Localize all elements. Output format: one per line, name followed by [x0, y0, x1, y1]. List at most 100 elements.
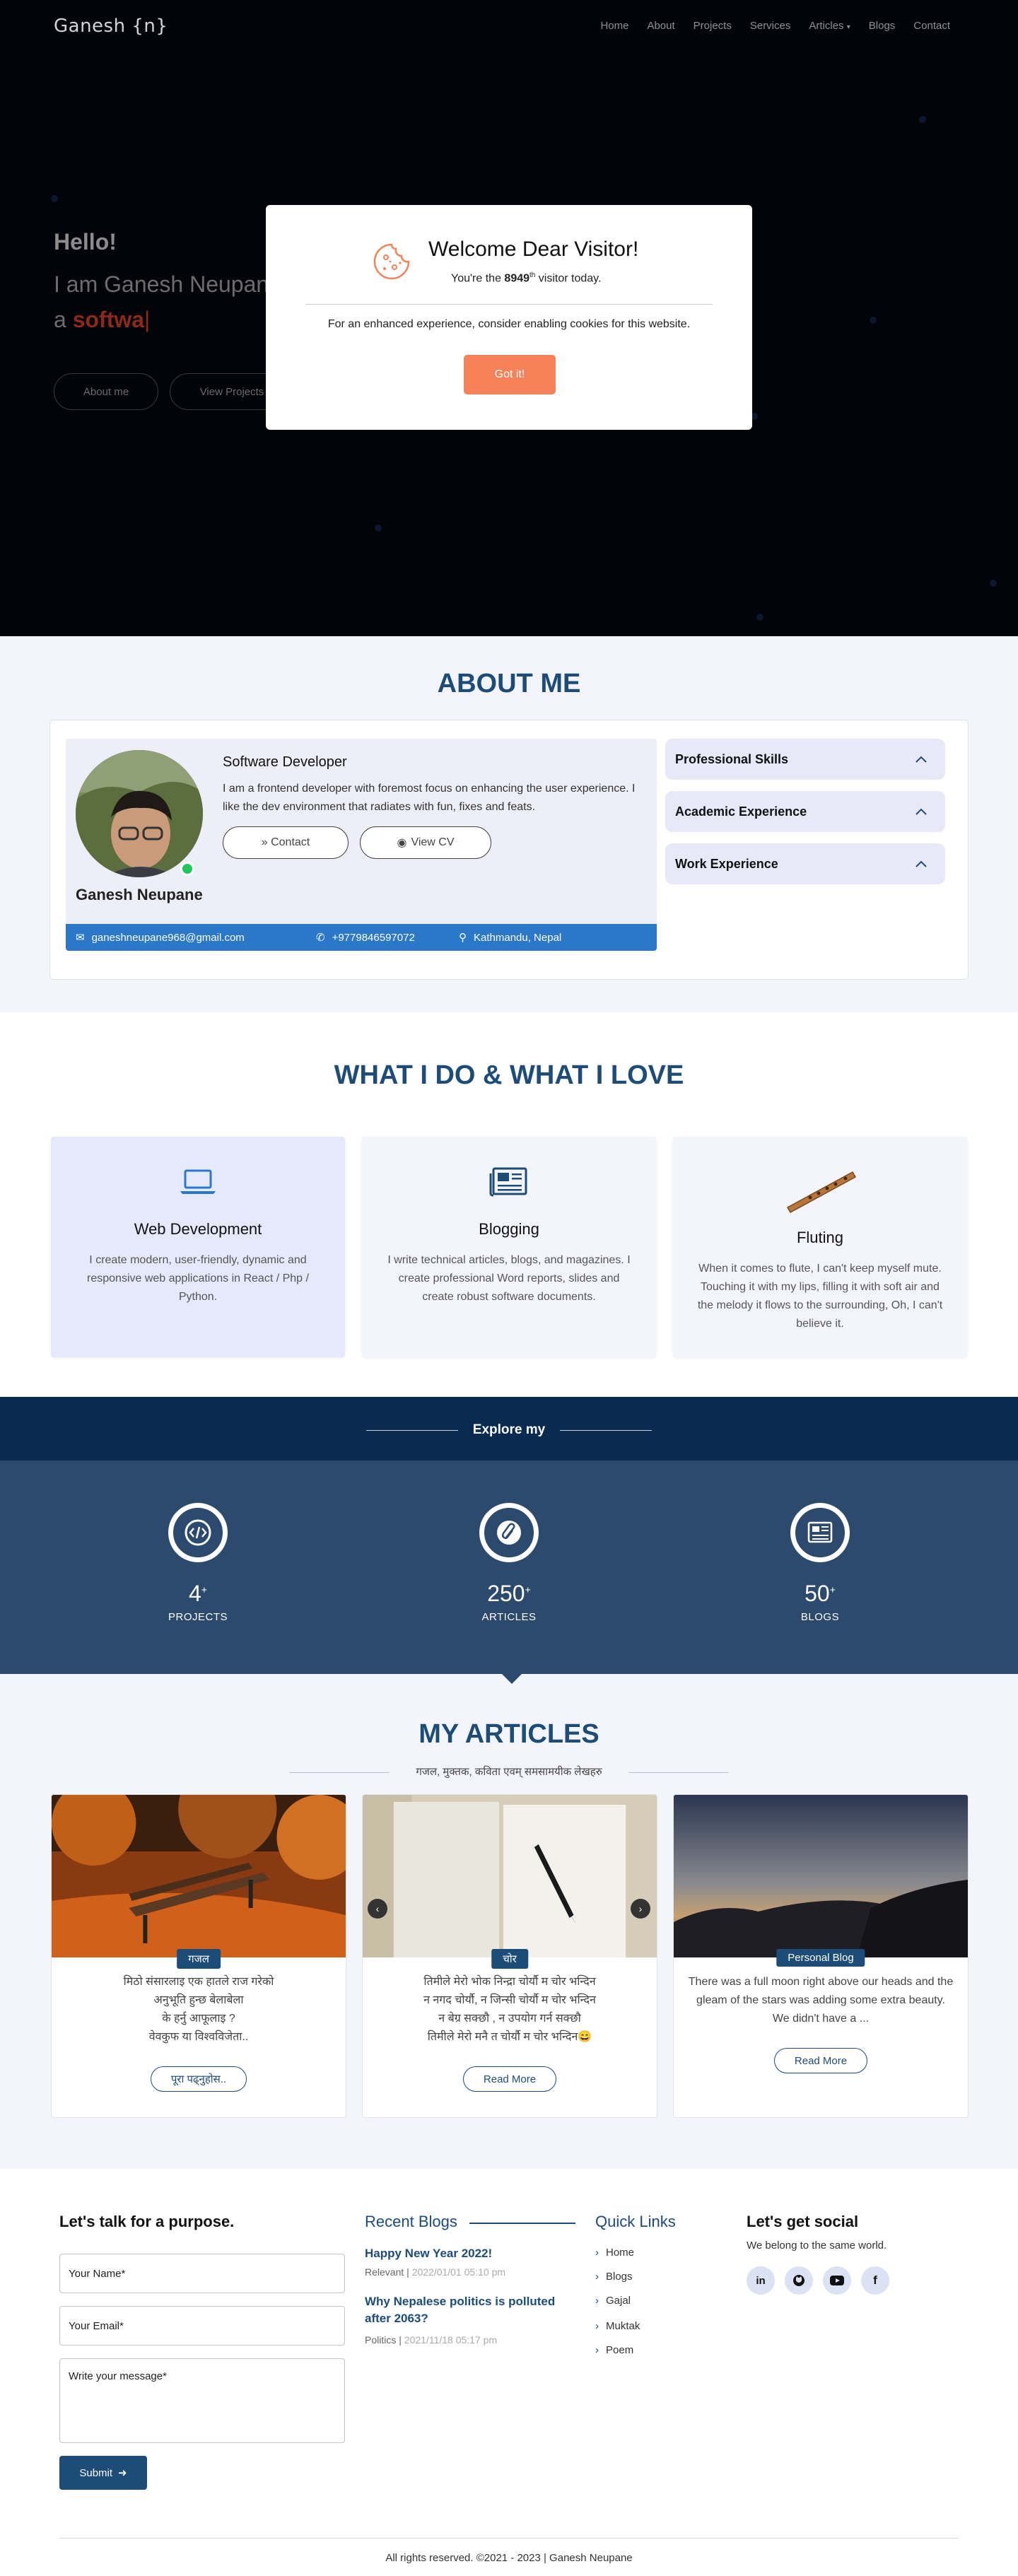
- article-tag: गजल: [177, 1949, 221, 1969]
- message-field[interactable]: Write your message*: [59, 2358, 345, 2443]
- accordion-label: Academic Experience: [675, 804, 807, 819]
- role-title: Software Developer: [223, 754, 347, 770]
- card-text: I create modern, user-friendly, dynamic …: [87, 1254, 309, 1303]
- article-tag: चोर: [491, 1949, 528, 1969]
- accordion-work-experience[interactable]: Work Experience: [665, 843, 945, 884]
- nav-contact[interactable]: Contact: [913, 20, 950, 32]
- nav-articles[interactable]: Articles ▾: [809, 20, 850, 32]
- accordion-academic-experience[interactable]: Academic Experience: [665, 791, 945, 832]
- stat-value: 4: [189, 1581, 201, 1606]
- linkedin-icon[interactable]: in: [747, 2266, 775, 2295]
- blog-category: Politics: [365, 2334, 397, 2346]
- welcome-modal: Welcome Dear Visitor! You're the 8949th …: [266, 205, 752, 430]
- articles-subtitle: गजल, मुक्तक, कविता एवम् समसामयीक लेखहरु: [416, 1766, 602, 1778]
- card-fluting: Fluting When it comes to flute, I can't …: [673, 1137, 967, 1357]
- submit-button[interactable]: Submit ➜: [59, 2456, 147, 2490]
- profile-box: Ganesh Neupane Software Developer I am a…: [66, 739, 657, 951]
- chevron-up-icon: [915, 860, 927, 867]
- article-image: [363, 1795, 657, 1957]
- excerpt-line: न बेग्र सक्छौ , न उपयोग गर्न सक्छौ: [438, 2013, 581, 2025]
- excerpt-line: मिठो संसारलाइ एक हातले राज गरेको: [123, 1976, 274, 1988]
- modal-sub-suffix: visitor today.: [535, 272, 602, 285]
- nav-projects[interactable]: Projects: [694, 20, 732, 32]
- read-more-button[interactable]: पूरा पढ्नुहोस..: [151, 2066, 247, 2092]
- quick-link-muktak[interactable]: › Muktak: [595, 2320, 640, 2332]
- nav-articles-label: Articles: [809, 20, 844, 32]
- cookie-icon: [373, 243, 410, 280]
- blog-date: 2022/01/01 05:10 pm: [411, 2266, 506, 2278]
- quick-link-label: Blogs: [606, 2271, 633, 2283]
- github-icon[interactable]: [785, 2266, 813, 2295]
- accordion-label: Work Experience: [675, 856, 778, 871]
- typed-word: softwa: [72, 307, 145, 332]
- accordion-label: Professional Skills: [675, 751, 789, 766]
- newspaper-icon: [489, 1167, 527, 1197]
- phone-icon: ✆: [316, 932, 325, 944]
- view-cv-button[interactable]: ◉ View CV: [360, 826, 491, 859]
- email-item[interactable]: ✉ ganeshneupane968@gmail.com: [76, 931, 245, 944]
- footer-divider: [59, 2538, 959, 2539]
- email-text: ganeshneupane968@gmail.com: [91, 931, 245, 944]
- quick-link-gajal[interactable]: › Gajal: [595, 2295, 631, 2307]
- stat-blogs[interactable]: 50+ BLOGS: [749, 1503, 891, 1623]
- visitor-count: 8949: [504, 272, 530, 285]
- nav-about[interactable]: About: [647, 20, 674, 32]
- youtube-icon[interactable]: [823, 2266, 851, 2295]
- article-tag: Personal Blog: [776, 1949, 865, 1967]
- talk-title: Let's talk for a purpose.: [59, 2213, 235, 2230]
- nav-home[interactable]: Home: [600, 20, 628, 32]
- stat-articles[interactable]: 250+ ARTICLES: [438, 1503, 580, 1623]
- article-card-gajal: गजल मिठो संसारलाइ एक हातले राज गरेको अनु…: [51, 1794, 346, 2118]
- stat-projects[interactable]: 4+ PROJECTS: [127, 1503, 269, 1623]
- blog-link[interactable]: Why Nepalese politics is polluted after …: [365, 2293, 577, 2327]
- map-pin-icon: ⚲: [459, 932, 467, 944]
- particle: [375, 525, 382, 532]
- hero-typed-text: a softwa|: [54, 307, 150, 333]
- got-it-button[interactable]: Got it!: [464, 355, 556, 394]
- main-nav: Home About Projects Services Articles ▾ …: [600, 20, 950, 32]
- stat-label: BLOGS: [800, 1611, 840, 1623]
- particle: [51, 195, 58, 202]
- quick-link-poem[interactable]: › Poem: [595, 2344, 633, 2356]
- read-more-button[interactable]: Read More: [774, 2048, 867, 2073]
- carousel-next-arrow[interactable]: ›: [631, 1899, 650, 1919]
- stat-number: 50+: [749, 1581, 891, 1607]
- submit-label: Submit: [79, 2466, 113, 2479]
- excerpt-line: के हर्नु आफूलाइ ?: [162, 2013, 235, 2025]
- phone-item[interactable]: ✆ +9779846597072: [316, 931, 415, 944]
- nav-blogs[interactable]: Blogs: [869, 20, 896, 32]
- about-me-button[interactable]: About me: [54, 373, 158, 410]
- article-excerpt: There was a full moon right above our he…: [688, 1973, 954, 2028]
- contact-button[interactable]: » Contact: [223, 826, 349, 859]
- divider-line: [560, 1430, 652, 1431]
- blog-category: Relevant: [365, 2266, 404, 2278]
- quick-link-home[interactable]: › Home: [595, 2247, 634, 2259]
- location-text: Kathmandu, Nepal: [474, 931, 562, 944]
- avatar: [76, 750, 203, 877]
- read-more-button[interactable]: Read More: [463, 2066, 556, 2092]
- facebook-icon[interactable]: f: [861, 2266, 889, 2295]
- stat-label: ARTICLES: [481, 1611, 537, 1623]
- modal-divider: [305, 304, 713, 305]
- newspaper-icon: [790, 1503, 850, 1562]
- quick-link-blogs[interactable]: › Blogs: [595, 2271, 633, 2283]
- name-field[interactable]: Your Name*: [59, 2254, 345, 2293]
- quick-link-label: Muktak: [606, 2320, 640, 2332]
- modal-body: For an enhanced experience, consider ena…: [327, 318, 691, 330]
- brand-logo[interactable]: Ganesh {n}: [54, 16, 168, 37]
- stat-label: PROJECTS: [168, 1611, 228, 1623]
- social-title: Let's get social: [747, 2213, 859, 2230]
- chevron-right-icon: ›: [595, 2271, 599, 2283]
- email-field[interactable]: Your Email*: [59, 2306, 345, 2346]
- hero-hello: Hello!: [54, 229, 117, 254]
- section-pointer: [502, 1674, 522, 1684]
- chevron-down-icon: ▾: [846, 23, 850, 31]
- carousel-prev-arrow[interactable]: ‹: [368, 1899, 387, 1919]
- typing-cursor: |: [144, 307, 151, 332]
- article-excerpt: तिमीले मेरो भोक निन्द्रा चोर्यौ म चोर भन…: [377, 1973, 643, 2047]
- nav-services[interactable]: Services: [750, 20, 791, 32]
- blog-link[interactable]: Happy New Year 2022!: [365, 2245, 577, 2262]
- about-title: ABOUT ME: [437, 669, 581, 698]
- accordion-professional-skills[interactable]: Professional Skills: [665, 739, 945, 780]
- quick-links-title: Quick Links: [595, 2213, 676, 2230]
